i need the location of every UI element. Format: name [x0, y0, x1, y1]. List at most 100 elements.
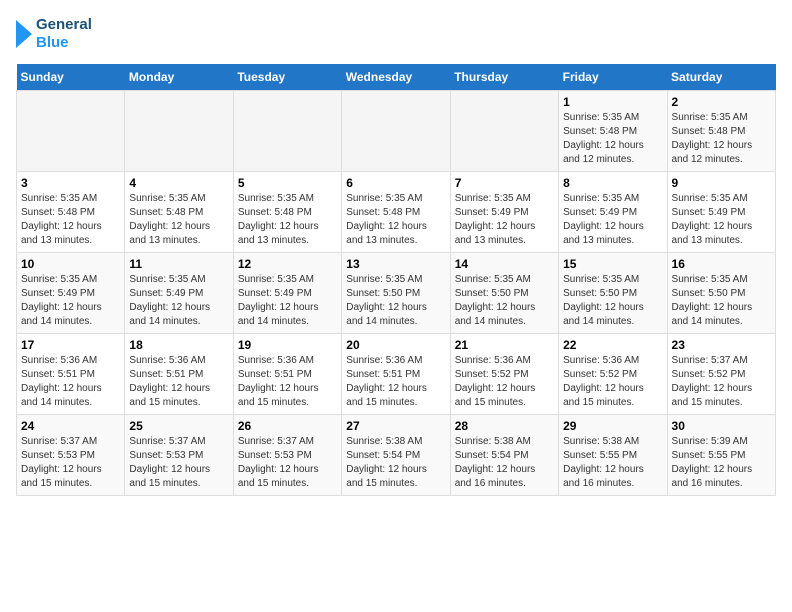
calendar-cell: 25 Sunrise: 5:37 AM Sunset: 5:53 PM Dayli… — [125, 415, 233, 496]
calendar-table: SundayMondayTuesdayWednesdayThursdayFrid… — [16, 64, 776, 496]
calendar-week-5: 24 Sunrise: 5:37 AM Sunset: 5:53 PM Dayli… — [17, 415, 776, 496]
day-info: Sunrise: 5:35 AM Sunset: 5:49 PM Dayligh… — [238, 273, 337, 329]
day-number: 26 — [238, 419, 337, 433]
day-info: Sunrise: 5:38 AM Sunset: 5:55 PM Dayligh… — [563, 435, 662, 491]
day-info: Sunrise: 5:36 AM Sunset: 5:51 PM Dayligh… — [346, 354, 445, 410]
day-info: Sunrise: 5:35 AM Sunset: 5:50 PM Dayligh… — [455, 273, 554, 329]
day-number: 24 — [21, 419, 120, 433]
day-info: Sunrise: 5:35 AM Sunset: 5:49 PM Dayligh… — [563, 192, 662, 248]
weekday-header-wednesday: Wednesday — [342, 64, 450, 91]
calendar-cell — [125, 91, 233, 172]
day-info: Sunrise: 5:39 AM Sunset: 5:55 PM Dayligh… — [672, 435, 771, 491]
weekday-header-tuesday: Tuesday — [233, 64, 341, 91]
calendar-cell: 1 Sunrise: 5:35 AM Sunset: 5:48 PM Daylig… — [559, 91, 667, 172]
calendar-cell: 19 Sunrise: 5:36 AM Sunset: 5:51 PM Dayli… — [233, 334, 341, 415]
logo: General Blue — [16, 16, 92, 52]
day-info: Sunrise: 5:35 AM Sunset: 5:50 PM Dayligh… — [672, 273, 771, 329]
day-number: 3 — [21, 176, 120, 190]
day-info: Sunrise: 5:37 AM Sunset: 5:53 PM Dayligh… — [21, 435, 120, 491]
day-number: 8 — [563, 176, 662, 190]
calendar-cell — [450, 91, 558, 172]
calendar-cell: 17 Sunrise: 5:36 AM Sunset: 5:51 PM Dayli… — [17, 334, 125, 415]
calendar-cell: 23Sunrise: 5:37 AM Sunset: 5:52 PM Dayli… — [667, 334, 775, 415]
day-info: Sunrise: 5:36 AM Sunset: 5:52 PM Dayligh… — [455, 354, 554, 410]
calendar-cell: 6Sunrise: 5:35 AM Sunset: 5:48 PM Daylig… — [342, 172, 450, 253]
day-number: 21 — [455, 338, 554, 352]
day-number: 6 — [346, 176, 445, 190]
day-number: 4 — [129, 176, 228, 190]
day-info: Sunrise: 5:35 AM Sunset: 5:49 PM Dayligh… — [455, 192, 554, 248]
day-number: 28 — [455, 419, 554, 433]
calendar-cell: 10 Sunrise: 5:35 AM Sunset: 5:49 PM Dayli… — [17, 253, 125, 334]
weekday-header-saturday: Saturday — [667, 64, 775, 91]
day-number: 5 — [238, 176, 337, 190]
day-number: 18 — [129, 338, 228, 352]
day-number: 16 — [672, 257, 771, 271]
calendar-cell: 30 Sunrise: 5:39 AM Sunset: 5:55 PM Dayli… — [667, 415, 775, 496]
day-number: 30 — [672, 419, 771, 433]
weekday-header-sunday: Sunday — [17, 64, 125, 91]
day-number: 29 — [563, 419, 662, 433]
calendar-cell: 28 Sunrise: 5:38 AM Sunset: 5:54 PM Dayli… — [450, 415, 558, 496]
calendar-week-2: 3 Sunrise: 5:35 AM Sunset: 5:48 PM Daylig… — [17, 172, 776, 253]
calendar-cell: 14 Sunrise: 5:35 AM Sunset: 5:50 PM Dayli… — [450, 253, 558, 334]
day-number: 13 — [346, 257, 445, 271]
calendar-cell: 13 Sunrise: 5:35 AM Sunset: 5:50 PM Dayli… — [342, 253, 450, 334]
calendar-cell: 2 Sunrise: 5:35 AM Sunset: 5:48 PM Daylig… — [667, 91, 775, 172]
day-info: Sunrise: 5:35 AM Sunset: 5:48 PM Dayligh… — [563, 111, 662, 167]
day-number: 14 — [455, 257, 554, 271]
day-info: Sunrise: 5:37 AM Sunset: 5:53 PM Dayligh… — [129, 435, 228, 491]
day-number: 19 — [238, 338, 337, 352]
day-number: 2 — [672, 95, 771, 109]
day-number: 27 — [346, 419, 445, 433]
day-number: 11 — [129, 257, 228, 271]
calendar-week-3: 10 Sunrise: 5:35 AM Sunset: 5:49 PM Dayli… — [17, 253, 776, 334]
day-info: Sunrise: 5:36 AM Sunset: 5:51 PM Dayligh… — [238, 354, 337, 410]
calendar-cell: 12Sunrise: 5:35 AM Sunset: 5:49 PM Dayli… — [233, 253, 341, 334]
day-info: Sunrise: 5:36 AM Sunset: 5:51 PM Dayligh… — [129, 354, 228, 410]
day-info: Sunrise: 5:38 AM Sunset: 5:54 PM Dayligh… — [346, 435, 445, 491]
calendar-cell: 3 Sunrise: 5:35 AM Sunset: 5:48 PM Daylig… — [17, 172, 125, 253]
logo-triangle-icon — [16, 20, 32, 48]
logo-text: General Blue — [36, 16, 92, 52]
weekday-header-monday: Monday — [125, 64, 233, 91]
day-info: Sunrise: 5:37 AM Sunset: 5:52 PM Dayligh… — [672, 354, 771, 410]
day-number: 1 — [563, 95, 662, 109]
day-number: 25 — [129, 419, 228, 433]
calendar-cell: 18 Sunrise: 5:36 AM Sunset: 5:51 PM Dayli… — [125, 334, 233, 415]
calendar-week-4: 17 Sunrise: 5:36 AM Sunset: 5:51 PM Dayli… — [17, 334, 776, 415]
calendar-cell: 5Sunrise: 5:35 AM Sunset: 5:48 PM Daylig… — [233, 172, 341, 253]
day-info: Sunrise: 5:38 AM Sunset: 5:54 PM Dayligh… — [455, 435, 554, 491]
day-number: 10 — [21, 257, 120, 271]
calendar-cell: 11 Sunrise: 5:35 AM Sunset: 5:49 PM Dayli… — [125, 253, 233, 334]
calendar-cell — [17, 91, 125, 172]
day-number: 20 — [346, 338, 445, 352]
day-info: Sunrise: 5:35 AM Sunset: 5:48 PM Dayligh… — [672, 111, 771, 167]
logo-line1: General — [36, 16, 92, 34]
day-info: Sunrise: 5:35 AM Sunset: 5:50 PM Dayligh… — [346, 273, 445, 329]
day-info: Sunrise: 5:35 AM Sunset: 5:49 PM Dayligh… — [129, 273, 228, 329]
weekday-header-row: SundayMondayTuesdayWednesdayThursdayFrid… — [17, 64, 776, 91]
calendar-cell: 9Sunrise: 5:35 AM Sunset: 5:49 PM Daylig… — [667, 172, 775, 253]
day-info: Sunrise: 5:35 AM Sunset: 5:48 PM Dayligh… — [21, 192, 120, 248]
calendar-cell: 21 Sunrise: 5:36 AM Sunset: 5:52 PM Dayli… — [450, 334, 558, 415]
calendar-cell: 4Sunrise: 5:35 AM Sunset: 5:48 PM Daylig… — [125, 172, 233, 253]
day-info: Sunrise: 5:35 AM Sunset: 5:49 PM Dayligh… — [21, 273, 120, 329]
day-info: Sunrise: 5:36 AM Sunset: 5:51 PM Dayligh… — [21, 354, 120, 410]
calendar-cell: 7 Sunrise: 5:35 AM Sunset: 5:49 PM Daylig… — [450, 172, 558, 253]
day-number: 15 — [563, 257, 662, 271]
day-number: 22 — [563, 338, 662, 352]
day-number: 7 — [455, 176, 554, 190]
calendar-cell: 8 Sunrise: 5:35 AM Sunset: 5:49 PM Daylig… — [559, 172, 667, 253]
calendar-cell: 20 Sunrise: 5:36 AM Sunset: 5:51 PM Dayli… — [342, 334, 450, 415]
calendar-cell: 22Sunrise: 5:36 AM Sunset: 5:52 PM Dayli… — [559, 334, 667, 415]
calendar-cell: 29 Sunrise: 5:38 AM Sunset: 5:55 PM Dayli… — [559, 415, 667, 496]
calendar-cell: 24 Sunrise: 5:37 AM Sunset: 5:53 PM Dayli… — [17, 415, 125, 496]
day-info: Sunrise: 5:37 AM Sunset: 5:53 PM Dayligh… — [238, 435, 337, 491]
calendar-cell: 27 Sunrise: 5:38 AM Sunset: 5:54 PM Dayli… — [342, 415, 450, 496]
weekday-header-thursday: Thursday — [450, 64, 558, 91]
day-number: 9 — [672, 176, 771, 190]
day-number: 17 — [21, 338, 120, 352]
page-header: General Blue — [16, 16, 776, 52]
calendar-cell — [342, 91, 450, 172]
